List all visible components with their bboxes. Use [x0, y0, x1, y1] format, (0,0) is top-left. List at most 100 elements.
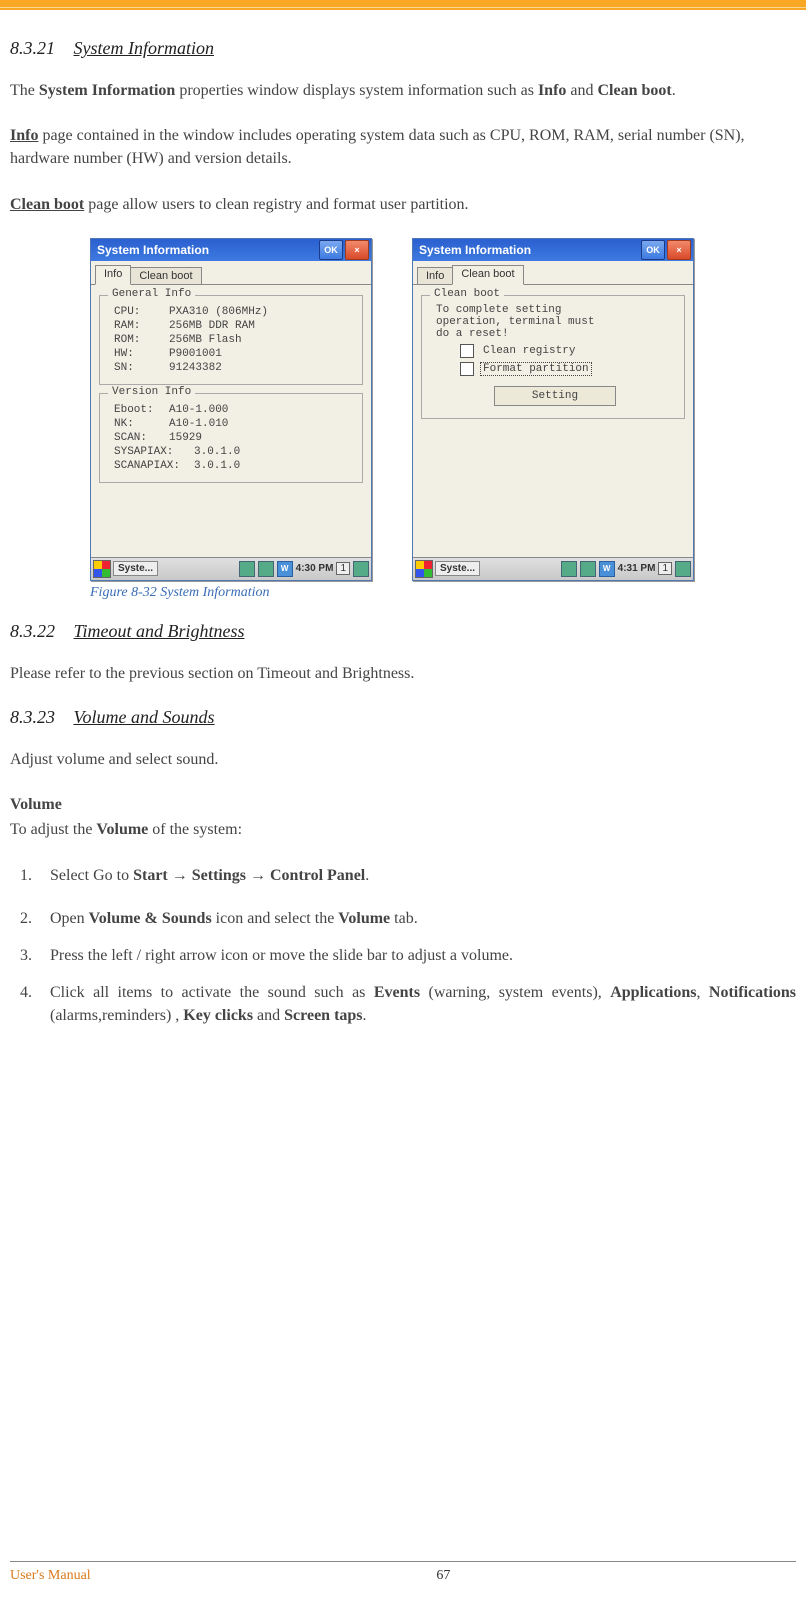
keyboard-indicator[interactable]: 1: [336, 562, 350, 575]
groupbox-legend: General Info: [108, 288, 195, 300]
clock: 4:31 PM: [618, 563, 656, 574]
message-line: do a reset!: [436, 328, 674, 340]
paragraph: The System Information properties window…: [10, 79, 796, 102]
list-item: Press the left / right arrow icon or mov…: [36, 944, 796, 967]
text-bold: Volume: [96, 821, 148, 838]
figure-row: System Information OK × Info Clean boot …: [90, 238, 796, 581]
text: tab.: [390, 910, 418, 927]
start-icon[interactable]: [93, 560, 111, 578]
close-button[interactable]: ×: [667, 240, 691, 260]
text: and: [566, 82, 597, 99]
heading-title: System Information: [74, 38, 214, 58]
window-body: General Info CPU:PXA310 (806MHz) RAM:256…: [91, 284, 371, 557]
taskbar-app-button[interactable]: Syste...: [435, 561, 480, 576]
tab-clean-boot[interactable]: Clean boot: [452, 265, 523, 285]
label: SN:: [114, 362, 169, 374]
text-bold: Events: [374, 984, 420, 1001]
text-bold-underline: Clean boot: [10, 196, 84, 213]
window-title: System Information: [419, 243, 639, 257]
list-item: Select Go to Start → Settings → Control …: [36, 864, 796, 887]
tab-clean-boot[interactable]: Clean boot: [130, 267, 201, 284]
text: ,: [696, 984, 708, 1001]
screenshot-sysinfo-cleanboot: System Information OK × Info Clean boot …: [412, 238, 694, 581]
start-icon[interactable]: [415, 560, 433, 578]
value: P9001001: [169, 348, 222, 360]
page-footer: User's Manual 67: [10, 1561, 796, 1584]
groupbox-legend: Version Info: [108, 386, 195, 398]
tray-icon[interactable]: [561, 561, 577, 577]
text: (warning, system events),: [420, 984, 610, 1001]
text: .: [363, 1007, 367, 1024]
paragraph: Please refer to the previous section on …: [10, 662, 796, 685]
text: Open: [50, 910, 89, 927]
label: NK:: [114, 418, 169, 430]
text-bold: Start: [133, 867, 168, 884]
heading-8-3-21: 8.3.21 System Information: [10, 38, 796, 59]
heading-number: 8.3.22: [10, 621, 55, 642]
text-bold: Screen taps: [284, 1007, 362, 1024]
heading-title: Volume and Sounds: [74, 707, 215, 727]
tray-icon[interactable]: [675, 561, 691, 577]
ok-button[interactable]: OK: [319, 240, 343, 260]
footer-rule: [10, 1561, 796, 1562]
text: page contained in the window includes op…: [10, 127, 745, 167]
list-item: Click all items to activate the sound su…: [36, 981, 796, 1027]
subheading-volume: Volume: [10, 793, 796, 816]
value: 3.0.1.0: [194, 446, 240, 458]
message-line: operation, terminal must: [436, 316, 674, 328]
tab-info[interactable]: Info: [417, 267, 453, 284]
paragraph: Adjust volume and select sound.: [10, 748, 796, 771]
groupbox-clean-boot: Clean boot To complete setting operation…: [421, 295, 685, 419]
text-bold: Clean boot: [598, 82, 672, 99]
groupbox-version-info: Version Info Eboot:A10-1.000 NK:A10-1.01…: [99, 393, 363, 483]
text-bold: Volume: [10, 796, 62, 813]
checkbox-clean-registry[interactable]: [460, 344, 474, 358]
header-rule: [0, 0, 806, 10]
text-bold: Volume & Sounds: [89, 910, 212, 927]
tab-bar: Info Clean boot: [91, 261, 371, 284]
tray-icon-word[interactable]: W: [277, 561, 293, 577]
text: page allow users to clean registry and f…: [84, 196, 468, 213]
window-titlebar: System Information OK ×: [91, 239, 371, 261]
text-bold-underline: Info: [10, 127, 38, 144]
tray-icon[interactable]: [580, 561, 596, 577]
setting-button[interactable]: Setting: [494, 386, 616, 406]
checkbox-row: Clean registry: [460, 344, 674, 358]
label: SCAN:: [114, 432, 169, 444]
arrow-icon: →: [168, 867, 192, 884]
checkbox-format-partition[interactable]: [460, 362, 474, 376]
tray-icon[interactable]: [239, 561, 255, 577]
value: 256MB Flash: [169, 334, 242, 346]
groupbox-legend: Clean boot: [430, 288, 504, 300]
text-bold: Applications: [610, 984, 696, 1001]
text: icon and select the: [212, 910, 339, 927]
taskbar-app-button[interactable]: Syste...: [113, 561, 158, 576]
message-line: To complete setting: [436, 304, 674, 316]
text: .: [365, 867, 369, 884]
value: 256MB DDR RAM: [169, 320, 255, 332]
tray-icon[interactable]: [258, 561, 274, 577]
text: Click all items to activate the sound su…: [50, 984, 374, 1001]
tray-icon[interactable]: [353, 561, 369, 577]
text: To adjust the: [10, 821, 96, 838]
ok-button[interactable]: OK: [641, 240, 665, 260]
text: and: [253, 1007, 284, 1024]
label: ROM:: [114, 334, 169, 346]
tab-bar: Info Clean boot: [413, 261, 693, 284]
heading-8-3-23: 8.3.23 Volume and Sounds: [10, 707, 796, 728]
keyboard-indicator[interactable]: 1: [658, 562, 672, 575]
label: RAM:: [114, 320, 169, 332]
system-tray: W 4:30 PM 1: [239, 561, 369, 577]
text: properties window displays system inform…: [175, 82, 538, 99]
tab-info[interactable]: Info: [95, 265, 131, 285]
value: A10-1.010: [169, 418, 228, 430]
close-button[interactable]: ×: [345, 240, 369, 260]
label: SCANAPIAX:: [114, 460, 194, 472]
value: PXA310 (806MHz): [169, 306, 268, 318]
tray-icon-word[interactable]: W: [599, 561, 615, 577]
system-tray: W 4:31 PM 1: [561, 561, 691, 577]
heading-number: 8.3.23: [10, 707, 55, 728]
label: Eboot:: [114, 404, 169, 416]
checkbox-label: Format partition: [480, 362, 592, 376]
value: 91243382: [169, 362, 222, 374]
